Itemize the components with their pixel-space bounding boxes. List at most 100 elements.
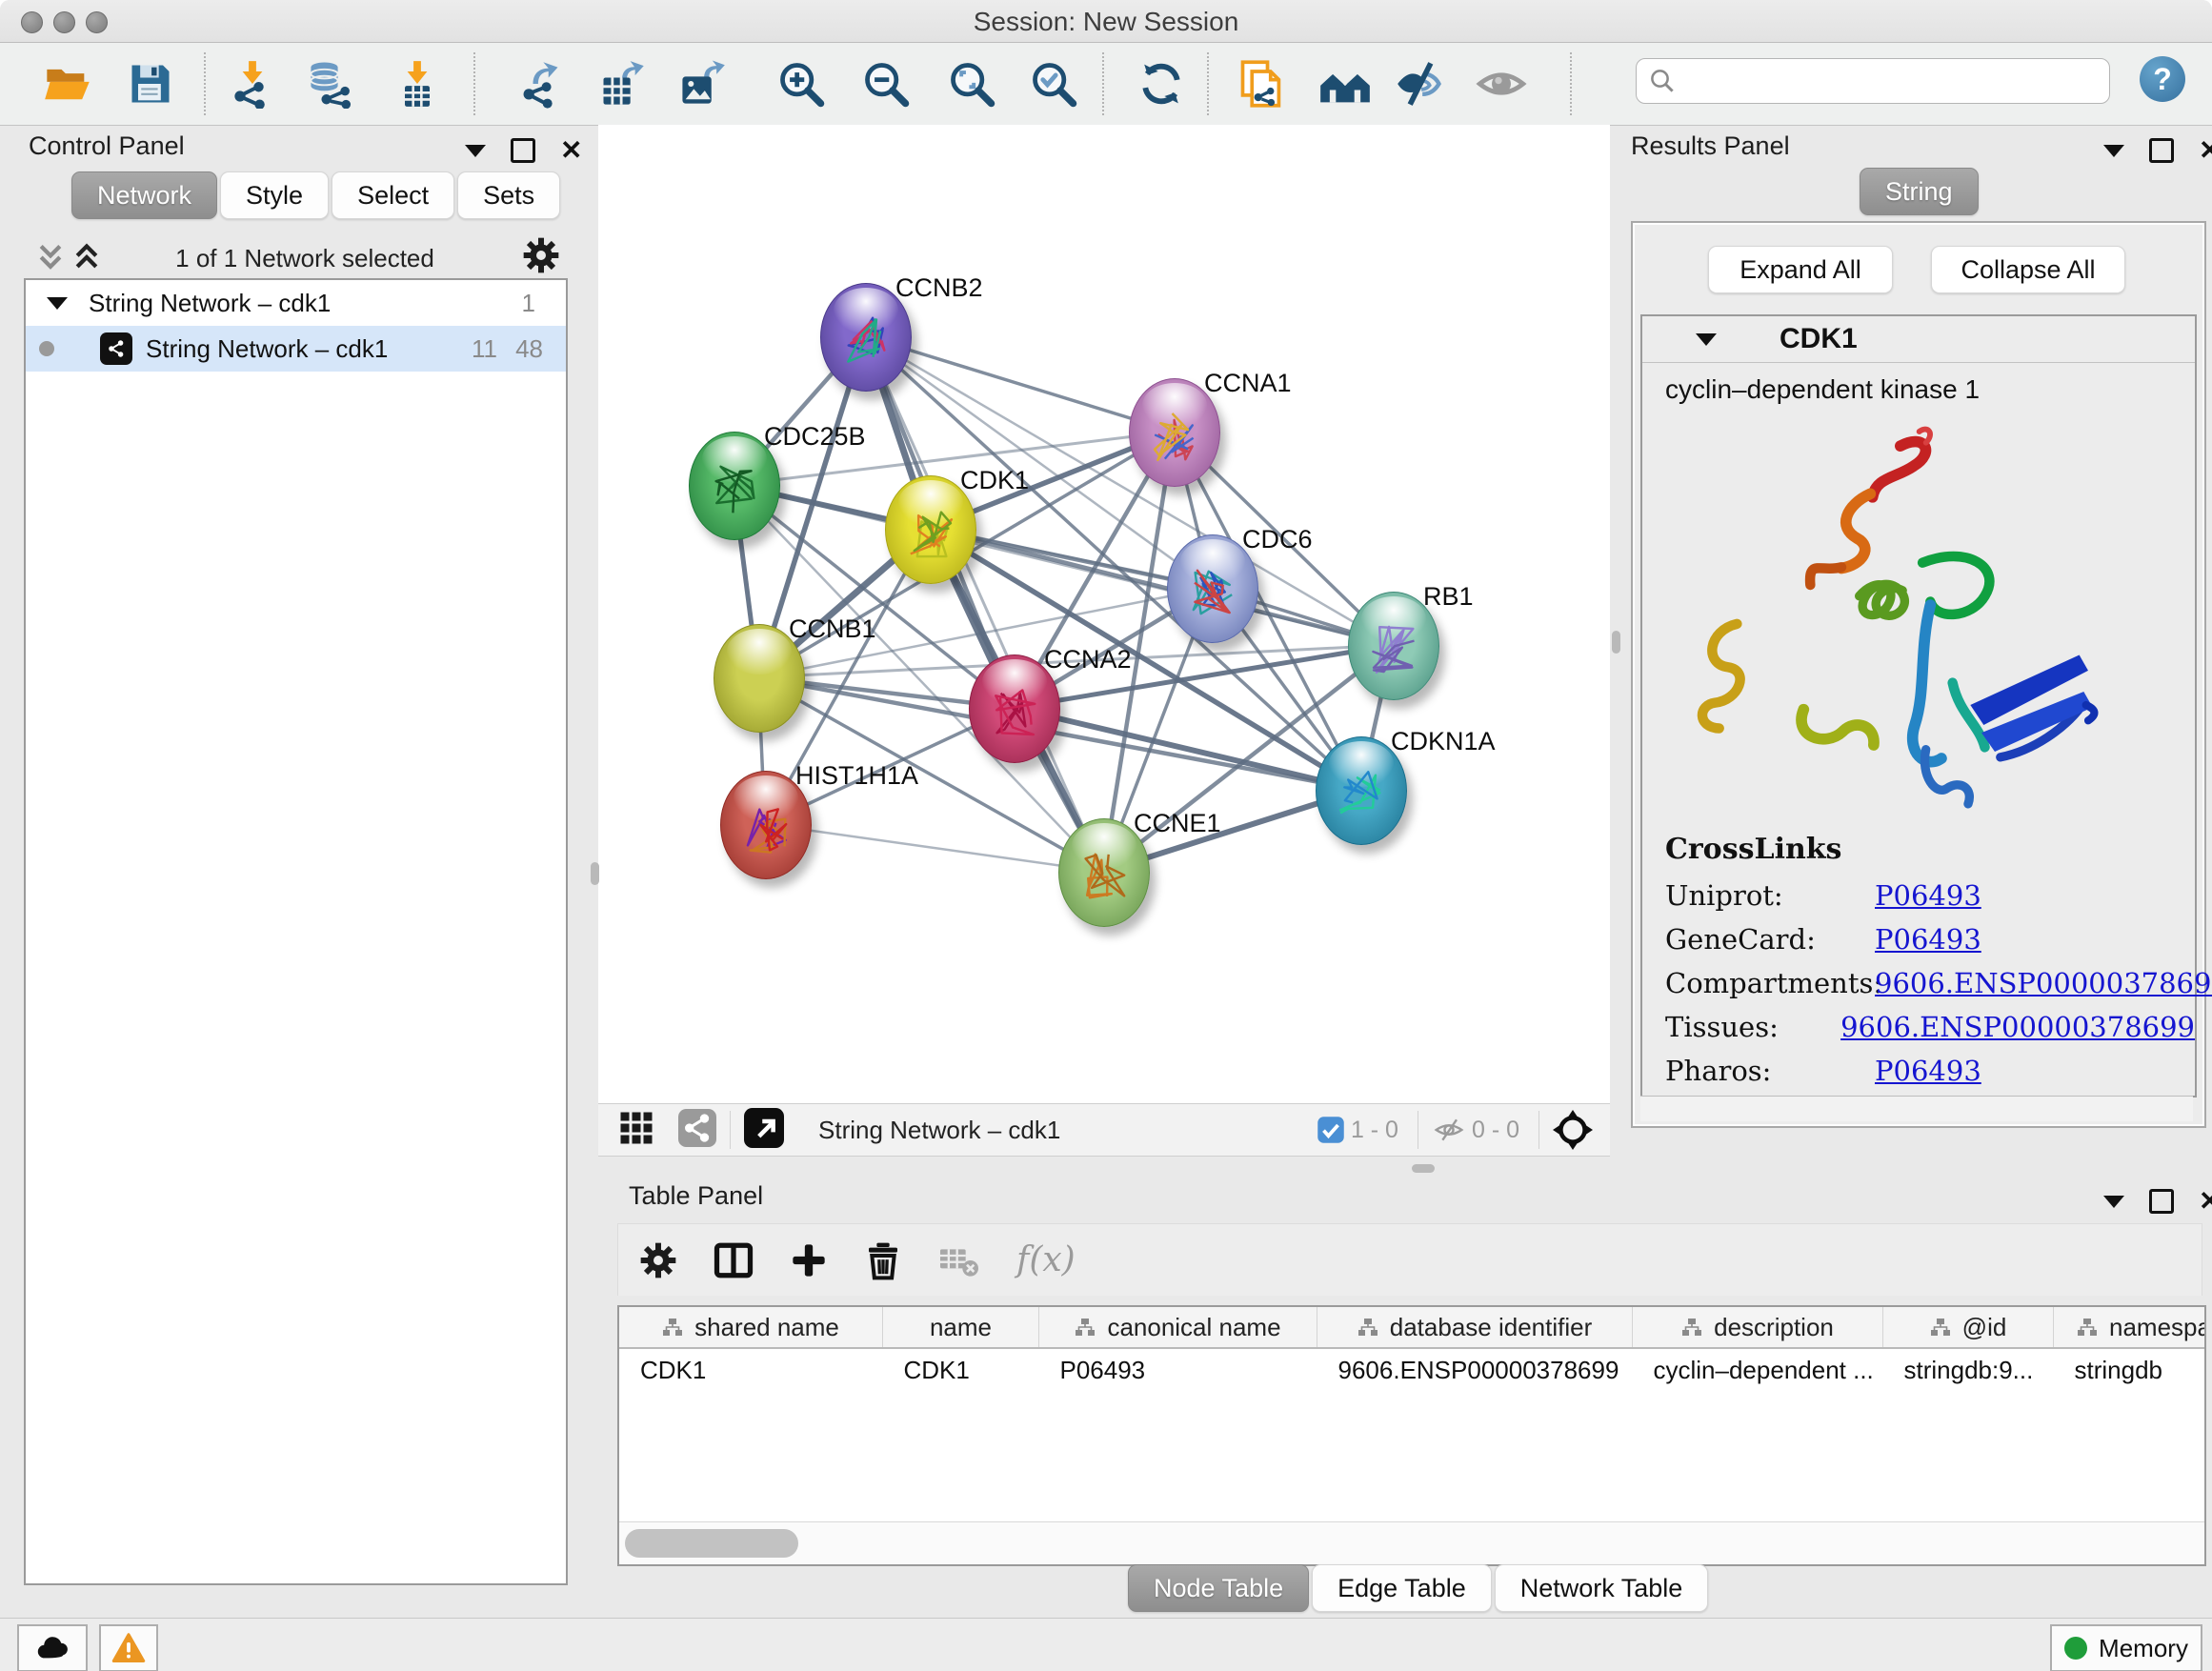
network-options-gear-icon[interactable]	[522, 236, 560, 274]
collapse-all-networks-icon[interactable]	[34, 240, 67, 279]
save-session-icon[interactable]	[124, 57, 177, 111]
table-hscrollbar[interactable]	[619, 1521, 2204, 1564]
zoom-out-icon[interactable]	[859, 57, 913, 111]
close-panel-icon[interactable]: ✕	[2199, 141, 2212, 160]
gene-expander-icon[interactable]	[1696, 333, 1717, 346]
float-panel-icon[interactable]	[465, 145, 486, 157]
expand-all-button[interactable]: Expand All	[1708, 246, 1893, 293]
collapse-all-button[interactable]: Collapse All	[1931, 246, 2125, 293]
tab-string[interactable]: String	[1860, 168, 1979, 215]
column-header-label: description	[1714, 1313, 1834, 1342]
network-edges	[598, 125, 1610, 1103]
birdseye-icon[interactable]	[619, 1111, 654, 1150]
column-type-icon	[1357, 1318, 1378, 1337]
share-icon[interactable]	[678, 1109, 716, 1152]
left-splitter-handle[interactable]	[591, 862, 599, 885]
crosslink-link[interactable]: 9606.ENSP00000378699	[1840, 1011, 2195, 1043]
search-input[interactable]	[1636, 58, 2110, 104]
horizontal-splitter-handle[interactable]	[1412, 1164, 1435, 1173]
tab-network-table[interactable]: Network Table	[1495, 1564, 1709, 1612]
tab-select[interactable]: Select	[332, 171, 454, 219]
network-merge-icon[interactable]	[1318, 57, 1372, 111]
delete-column-icon[interactable]	[864, 1240, 902, 1280]
tab-style[interactable]: Style	[220, 171, 329, 219]
crosslink-row: Uniprot:P06493	[1642, 874, 2195, 917]
expand-all-networks-icon[interactable]	[70, 240, 103, 279]
maximize-panel-icon[interactable]	[511, 138, 535, 163]
import-network-icon[interactable]	[226, 57, 279, 111]
export-table-icon[interactable]	[595, 57, 649, 111]
memory-button[interactable]: Memory	[2050, 1624, 2202, 1671]
hidden-eye-icon[interactable]	[1432, 1115, 1466, 1145]
help-button[interactable]: ?	[2140, 56, 2185, 102]
import-table-icon[interactable]	[391, 57, 444, 111]
column-header[interactable]: shared name	[619, 1307, 883, 1348]
table-cell[interactable]: CDK1	[883, 1348, 1039, 1391]
crosslink-link[interactable]: P06493	[1875, 923, 1981, 956]
network-row-selected[interactable]: String Network – cdk1 11 48	[26, 326, 566, 372]
table-cell[interactable]: CDK1	[619, 1348, 883, 1391]
crosshair-icon[interactable]	[1553, 1110, 1593, 1150]
float-panel-icon[interactable]	[2103, 1196, 2124, 1208]
gene-card-header[interactable]: CDK1	[1642, 316, 2195, 363]
add-column-icon[interactable]	[790, 1241, 828, 1279]
node-table[interactable]: shared namenamecanonical namedatabase id…	[617, 1305, 2206, 1566]
cloud-button[interactable]	[17, 1624, 88, 1671]
window-title: Session: New Session	[0, 7, 2212, 37]
table-cell[interactable]: cyclin–dependent ...	[1633, 1348, 1883, 1391]
tab-node-table[interactable]: Node Table	[1128, 1564, 1309, 1612]
warning-button[interactable]	[99, 1624, 158, 1671]
network-collection-row[interactable]: String Network – cdk1 1	[26, 280, 566, 326]
tab-network[interactable]: Network	[71, 171, 217, 219]
table-settings-icon[interactable]	[639, 1241, 677, 1279]
table-row[interactable]: CDK1CDK1P064939606.ENSP00000378699cyclin…	[619, 1348, 2206, 1391]
crosslink-link[interactable]: P06493	[1875, 1055, 1981, 1087]
network-edge[interactable]	[865, 336, 1174, 432]
zoom-selected-icon[interactable]	[1027, 57, 1080, 111]
open-in-window-icon[interactable]	[744, 1108, 784, 1153]
tab-sets[interactable]: Sets	[457, 171, 560, 219]
table-hscrollbar-thumb[interactable]	[625, 1529, 798, 1558]
node-label-ccnb2: CCNB2	[895, 273, 983, 303]
open-file-icon[interactable]	[41, 57, 94, 111]
import-database-icon[interactable]	[304, 57, 357, 111]
maximize-panel-icon[interactable]	[2149, 138, 2174, 163]
table-cell[interactable]: stringdb	[2054, 1348, 2207, 1391]
refresh-icon[interactable]	[1135, 57, 1188, 111]
export-network-icon[interactable]	[513, 57, 566, 111]
collection-expander-icon[interactable]	[47, 297, 68, 310]
gene-result-card: CDK1 cyclin–dependent kinase 1	[1640, 314, 2197, 1097]
network-edge[interactable]	[865, 336, 1103, 872]
maximize-panel-icon[interactable]	[2149, 1189, 2174, 1214]
columns-icon[interactable]	[714, 1240, 754, 1280]
column-header[interactable]: database identifier	[1317, 1307, 1633, 1348]
network-edge[interactable]	[765, 824, 1103, 872]
delete-table-icon[interactable]	[938, 1241, 980, 1279]
crosslink-link[interactable]: P06493	[1875, 879, 1981, 912]
results-scroll-strip[interactable]	[1640, 1096, 2193, 1121]
clone-network-icon[interactable]	[1235, 57, 1288, 111]
table-cell[interactable]: P06493	[1039, 1348, 1317, 1391]
zoom-in-icon[interactable]	[774, 57, 828, 111]
column-header[interactable]: description	[1633, 1307, 1883, 1348]
table-cell[interactable]: 9606.ENSP00000378699	[1317, 1348, 1633, 1391]
column-header[interactable]: @id	[1883, 1307, 2054, 1348]
close-panel-icon[interactable]: ✕	[560, 141, 582, 160]
selected-checkbox[interactable]	[1317, 1116, 1345, 1144]
right-splitter-handle[interactable]	[1612, 631, 1620, 654]
close-panel-icon[interactable]: ✕	[2199, 1192, 2212, 1211]
tab-edge-table[interactable]: Edge Table	[1312, 1564, 1492, 1612]
column-header[interactable]: canonical name	[1039, 1307, 1317, 1348]
function-builder-icon[interactable]: f(x)	[1016, 1240, 1076, 1279]
toolbar-separator	[1538, 1111, 1539, 1149]
show-hide-icon[interactable]	[1394, 57, 1447, 111]
column-header[interactable]: namespac	[2054, 1307, 2207, 1348]
table-cell[interactable]: stringdb:9...	[1883, 1348, 2054, 1391]
column-header[interactable]: name	[883, 1307, 1039, 1348]
zoom-fit-icon[interactable]	[945, 57, 998, 111]
float-panel-icon[interactable]	[2103, 145, 2124, 157]
export-image-icon[interactable]	[675, 57, 729, 111]
crosslink-link[interactable]: 9606.ENSP00000378699	[1875, 967, 2212, 999]
network-canvas[interactable]: CCNB2CCNA1CDC25BCDK1CDC6RB1CCNB1CCNA2CDK…	[598, 125, 1610, 1103]
eye-disabled-icon[interactable]	[1475, 57, 1528, 111]
